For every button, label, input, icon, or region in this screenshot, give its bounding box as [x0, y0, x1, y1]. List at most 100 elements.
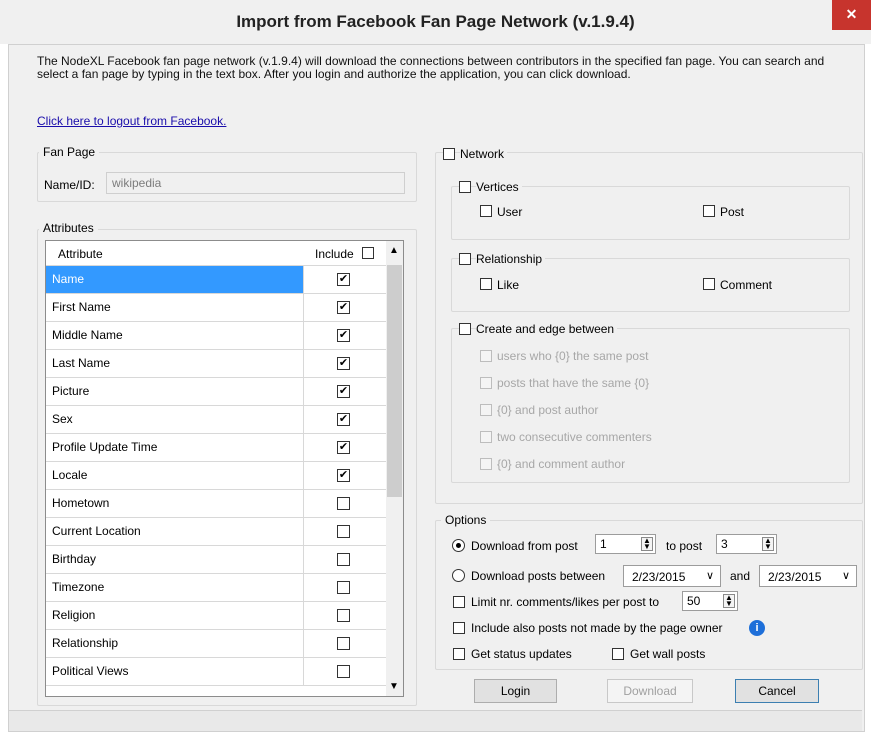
attribute-row[interactable]: Relationship — [46, 630, 386, 658]
include-checkbox[interactable] — [337, 497, 350, 510]
include-checkbox[interactable]: ✔ — [337, 273, 350, 286]
attribute-row[interactable]: Last Name ✔ — [46, 350, 386, 378]
include-checkbox[interactable] — [337, 665, 350, 678]
close-button[interactable]: ✕ — [832, 0, 871, 30]
user-checkbox[interactable] — [480, 205, 492, 217]
attribute-name-cell[interactable]: Current Location — [46, 518, 304, 545]
attribute-row[interactable]: Current Location — [46, 518, 386, 546]
include-posts-checkbox[interactable] — [453, 622, 465, 634]
attribute-name-cell[interactable]: Name — [46, 266, 304, 293]
fan-page-legend: Fan Page — [39, 145, 100, 159]
include-cell — [305, 546, 386, 573]
network-checkbox[interactable] — [443, 148, 455, 160]
attribute-row[interactable]: Middle Name ✔ — [46, 322, 386, 350]
include-checkbox[interactable]: ✔ — [337, 441, 350, 454]
user-label: User — [497, 205, 523, 219]
edge-option-checkbox-3[interactable] — [480, 431, 492, 443]
scroll-thumb[interactable] — [387, 265, 402, 497]
from-post-spinner[interactable]: 1 ▲ ▼ — [595, 534, 656, 554]
include-checkbox[interactable]: ✔ — [337, 413, 350, 426]
attribute-row[interactable]: First Name ✔ — [46, 294, 386, 322]
attribute-row[interactable]: Profile Update Time ✔ — [46, 434, 386, 462]
attribute-name-cell[interactable]: Political Views — [46, 658, 304, 685]
wall-posts-label: Get wall posts — [630, 647, 706, 661]
include-all-checkbox[interactable] — [362, 247, 374, 259]
date-to-picker[interactable]: 2/23/2015 ∨ — [759, 565, 857, 587]
attribute-name-cell[interactable]: Timezone — [46, 574, 304, 601]
limit-checkbox[interactable] — [453, 596, 465, 608]
include-checkbox[interactable]: ✔ — [337, 469, 350, 482]
edge-option-checkbox-1[interactable] — [480, 377, 492, 389]
to-post-spinner[interactable]: 3 ▲ ▼ — [716, 534, 777, 554]
vertices-checkbox[interactable] — [459, 181, 471, 193]
download-between-radio[interactable] — [452, 569, 465, 582]
attribute-row[interactable]: Timezone — [46, 574, 386, 602]
attribute-name-cell[interactable]: Picture — [46, 378, 304, 405]
col-include-header[interactable]: Include — [315, 247, 354, 261]
attribute-name-cell[interactable]: First Name — [46, 294, 304, 321]
logout-link[interactable]: Click here to logout from Facebook. — [37, 114, 226, 128]
info-icon[interactable]: i — [749, 620, 765, 636]
include-checkbox[interactable]: ✔ — [337, 357, 350, 370]
attribute-name-cell[interactable]: Relationship — [46, 630, 304, 657]
include-checkbox[interactable] — [337, 609, 350, 622]
like-checkbox[interactable] — [480, 278, 492, 290]
scroll-down-arrow-icon[interactable]: ▼ — [389, 681, 399, 692]
edge-option-checkbox-4[interactable] — [480, 458, 492, 470]
download-button[interactable]: Download — [607, 679, 693, 703]
spinner-arrows-icon[interactable]: ▲ ▼ — [762, 537, 774, 551]
attribute-row[interactable]: Locale ✔ — [46, 462, 386, 490]
include-checkbox[interactable] — [337, 637, 350, 650]
status-updates-checkbox[interactable] — [453, 648, 465, 660]
create-edge-checkbox[interactable] — [459, 323, 471, 335]
include-checkbox[interactable]: ✔ — [337, 301, 350, 314]
scroll-up-arrow-icon[interactable]: ▲ — [389, 245, 399, 256]
attribute-name-cell[interactable]: Last Name — [46, 350, 304, 377]
include-checkbox[interactable] — [337, 581, 350, 594]
limit-spinner[interactable]: 50 ▲ ▼ — [682, 591, 738, 611]
col-attribute-header[interactable]: Attribute — [58, 247, 103, 261]
name-id-input[interactable]: wikipedia — [106, 172, 405, 194]
attribute-name-cell[interactable]: Birthday — [46, 546, 304, 573]
spinner-arrows-icon[interactable]: ▲ ▼ — [641, 537, 653, 551]
include-cell: ✔ — [305, 266, 386, 293]
attribute-row[interactable]: Picture ✔ — [46, 378, 386, 406]
attribute-name-cell[interactable]: Hometown — [46, 490, 304, 517]
comment-checkbox[interactable] — [703, 278, 715, 290]
chevron-down-icon[interactable]: ∨ — [842, 569, 850, 582]
cancel-button[interactable]: Cancel — [735, 679, 819, 703]
window-title: Import from Facebook Fan Page Network (v… — [236, 12, 635, 31]
attribute-row[interactable]: Name ✔ — [46, 266, 386, 294]
download-from-post-label: Download from post — [471, 539, 578, 553]
download-from-post-radio[interactable] — [452, 539, 465, 552]
chevron-down-icon[interactable]: ∨ — [706, 569, 714, 582]
attribute-row[interactable]: Sex ✔ — [46, 406, 386, 434]
limit-label: Limit nr. comments/likes per post to — [471, 595, 660, 609]
attribute-name-cell[interactable]: Religion — [46, 602, 304, 629]
attribute-name-cell[interactable]: Profile Update Time — [46, 434, 304, 461]
include-checkbox[interactable]: ✔ — [337, 385, 350, 398]
attribute-row[interactable]: Hometown — [46, 490, 386, 518]
network-label: Network — [460, 147, 508, 161]
attribute-row[interactable]: Birthday — [46, 546, 386, 574]
relationship-checkbox[interactable] — [459, 253, 471, 265]
grid-scrollbar[interactable]: ▲ ▼ — [386, 241, 403, 696]
status-bar — [9, 710, 862, 731]
attribute-name-cell[interactable]: Middle Name — [46, 322, 304, 349]
attribute-name-cell[interactable]: Sex — [46, 406, 304, 433]
include-checkbox[interactable] — [337, 525, 350, 538]
spinner-arrows-icon[interactable]: ▲ ▼ — [723, 594, 735, 608]
include-checkbox[interactable]: ✔ — [337, 329, 350, 342]
attribute-row[interactable]: Religion — [46, 602, 386, 630]
attribute-row[interactable]: Political Views — [46, 658, 386, 686]
post-checkbox[interactable] — [703, 205, 715, 217]
login-button[interactable]: Login — [474, 679, 557, 703]
date-from-picker[interactable]: 2/23/2015 ∨ — [623, 565, 721, 587]
include-posts-label: Include also posts not made by the page … — [471, 621, 723, 635]
attribute-name-cell[interactable]: Locale — [46, 462, 304, 489]
edge-option-checkbox-0[interactable] — [480, 350, 492, 362]
edge-option-checkbox-2[interactable] — [480, 404, 492, 416]
attributes-grid[interactable]: Attribute Include Name ✔ First Name ✔ Middle… — [45, 240, 404, 697]
wall-posts-checkbox[interactable] — [612, 648, 624, 660]
include-checkbox[interactable] — [337, 553, 350, 566]
